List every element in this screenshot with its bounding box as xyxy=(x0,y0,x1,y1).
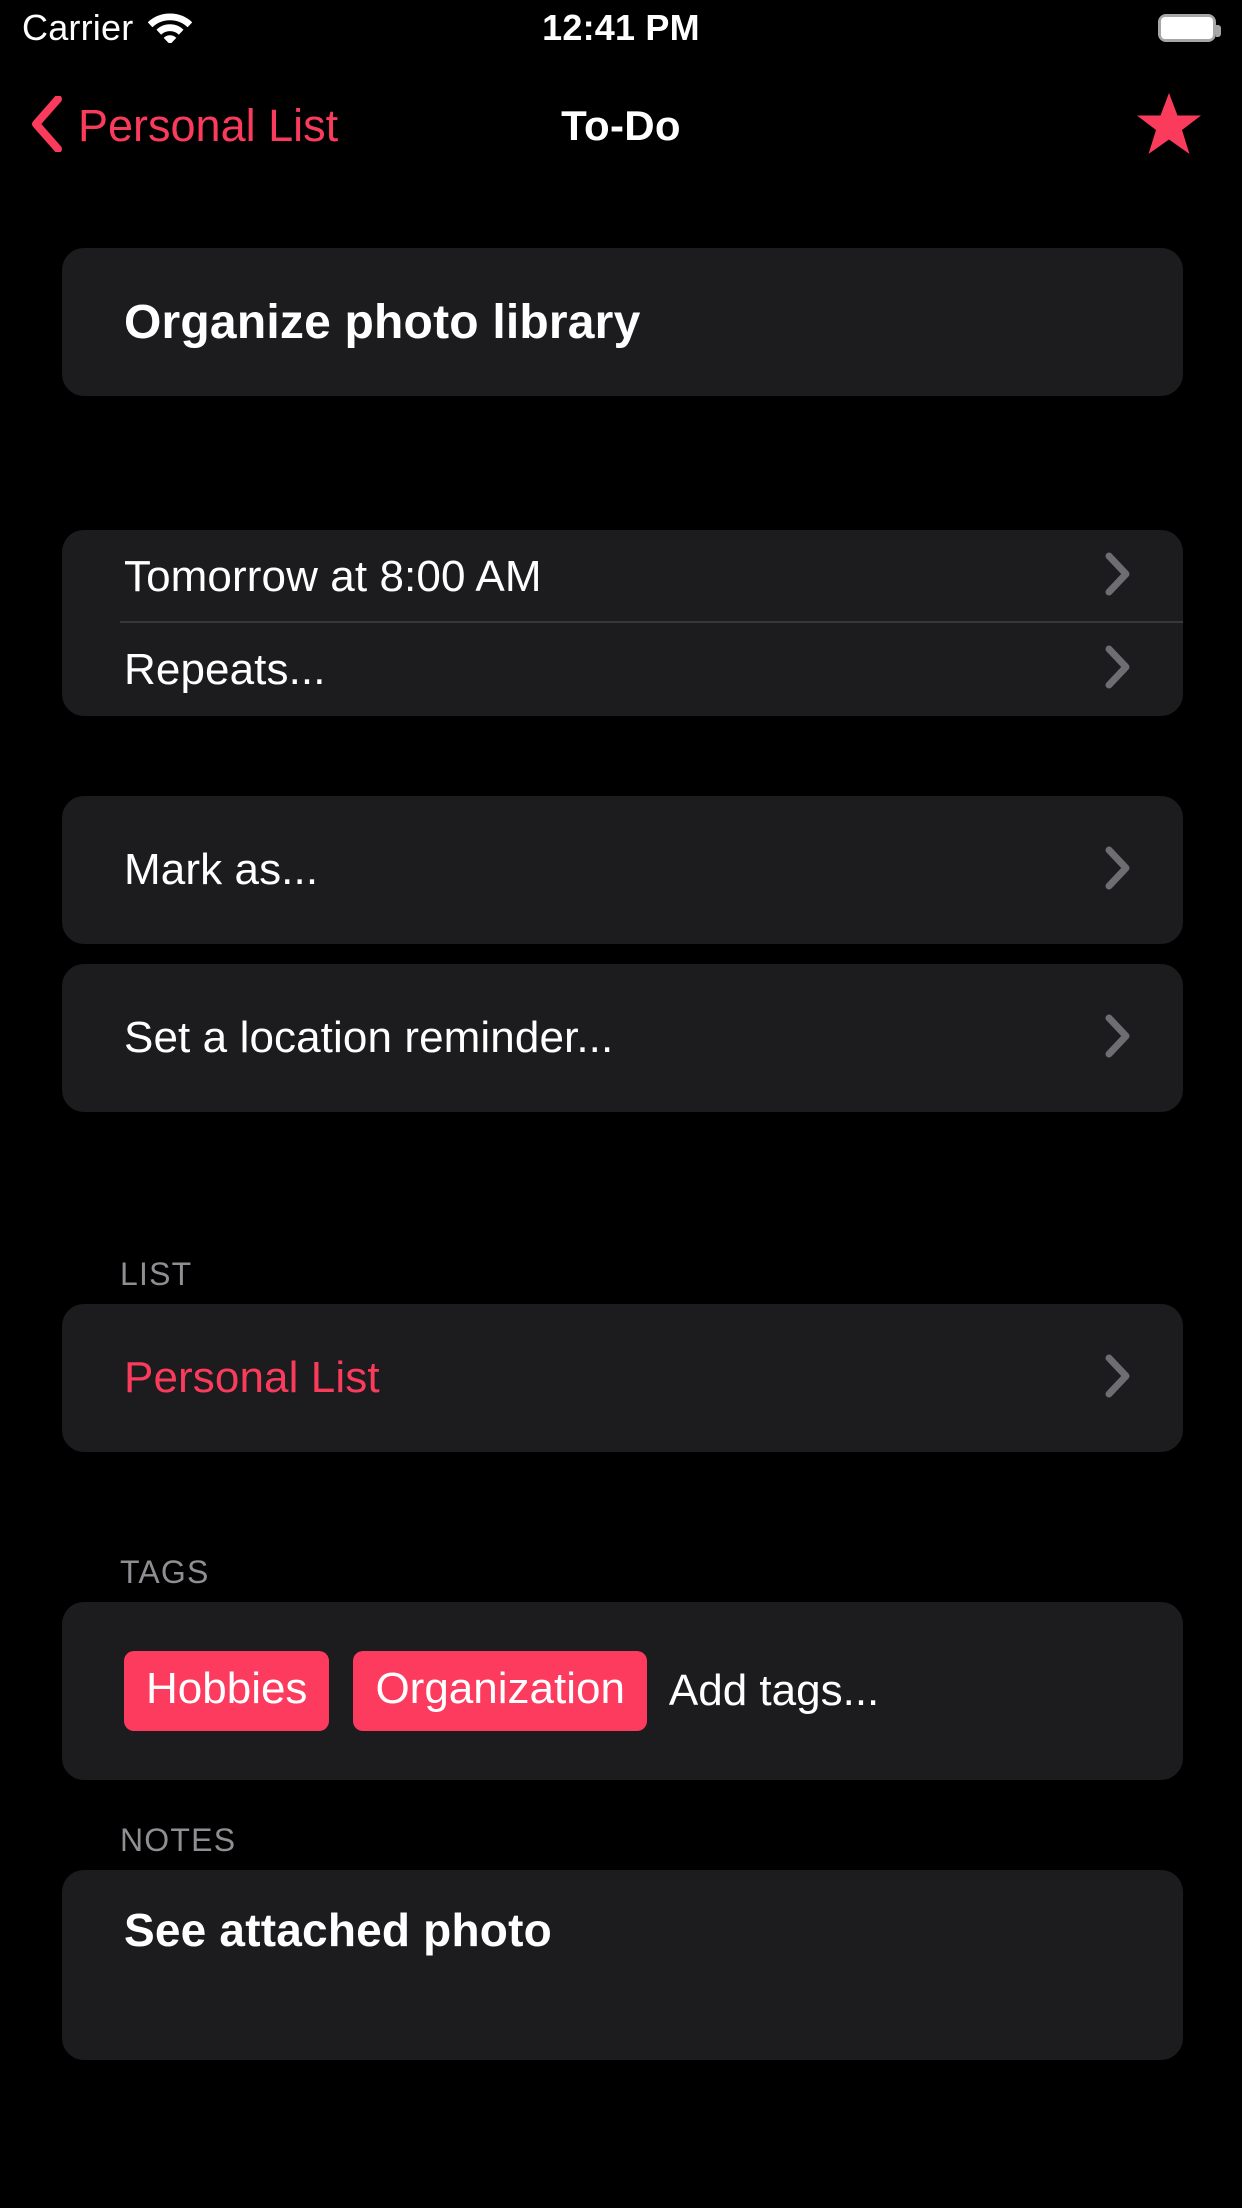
favorite-button[interactable] xyxy=(1136,78,1202,174)
tags-row: Hobbies Organization Add tags... xyxy=(62,1602,1183,1780)
app-screen: Carrier 12:41 PM Personal List To-Do Org… xyxy=(0,0,1242,2208)
notes-card[interactable]: See attached photo xyxy=(62,1870,1183,2060)
battery-full-icon xyxy=(1158,14,1221,42)
status-bar-center: 12:41 PM xyxy=(0,0,1242,56)
clock-label: 12:41 PM xyxy=(542,7,700,48)
tags-section-header: TAGS xyxy=(120,1554,210,1590)
repeats-row[interactable]: Repeats... xyxy=(62,623,1183,716)
mark-as-label: Mark as... xyxy=(124,845,319,894)
detail-content: Organize photo library Tomorrow at 8:00 … xyxy=(0,174,1242,2208)
list-card: Personal List xyxy=(62,1304,1183,1452)
task-title: Organize photo library xyxy=(124,295,641,349)
due-date-row[interactable]: Tomorrow at 8:00 AM xyxy=(62,530,1183,623)
battery-fill xyxy=(1161,17,1213,39)
status-bar: Carrier 12:41 PM xyxy=(0,0,1242,56)
location-reminder-label: Set a location reminder... xyxy=(124,1013,614,1062)
list-section-header: LIST xyxy=(120,1256,193,1292)
tag-chip[interactable]: Hobbies xyxy=(124,1651,330,1731)
notes-section-header: NOTES xyxy=(120,1822,237,1858)
mark-as-row[interactable]: Mark as... xyxy=(62,796,1183,944)
location-reminder-card: Set a location reminder... xyxy=(62,964,1183,1112)
task-title-card[interactable]: Organize photo library xyxy=(62,248,1183,396)
list-value-label: Personal List xyxy=(124,1353,380,1402)
notes-row: See attached photo xyxy=(62,1870,1183,1990)
mark-as-card: Mark as... xyxy=(62,796,1183,944)
due-date-label: Tomorrow at 8:00 AM xyxy=(124,551,542,601)
chevron-right-icon xyxy=(1105,1354,1131,1403)
page-title: To-Do xyxy=(561,102,681,149)
add-tags-button[interactable]: Add tags... xyxy=(669,1666,879,1716)
tags-card: Hobbies Organization Add tags... xyxy=(62,1602,1183,1780)
star-filled-icon xyxy=(1136,92,1202,161)
status-bar-right xyxy=(1158,0,1221,56)
chevron-right-icon xyxy=(1105,1014,1131,1063)
navigation-bar: Personal List To-Do xyxy=(0,78,1242,174)
list-row[interactable]: Personal List xyxy=(62,1304,1183,1452)
schedule-card: Tomorrow at 8:00 AM Repeats... xyxy=(62,530,1183,716)
tag-chip[interactable]: Organization xyxy=(353,1651,647,1731)
repeats-label: Repeats... xyxy=(124,644,326,694)
notes-text: See attached photo xyxy=(124,1904,552,1956)
chevron-right-icon xyxy=(1105,552,1131,601)
chevron-right-icon xyxy=(1105,846,1131,895)
chevron-right-icon xyxy=(1105,645,1131,694)
location-reminder-row[interactable]: Set a location reminder... xyxy=(62,964,1183,1112)
page-title-container: To-Do xyxy=(0,78,1242,174)
